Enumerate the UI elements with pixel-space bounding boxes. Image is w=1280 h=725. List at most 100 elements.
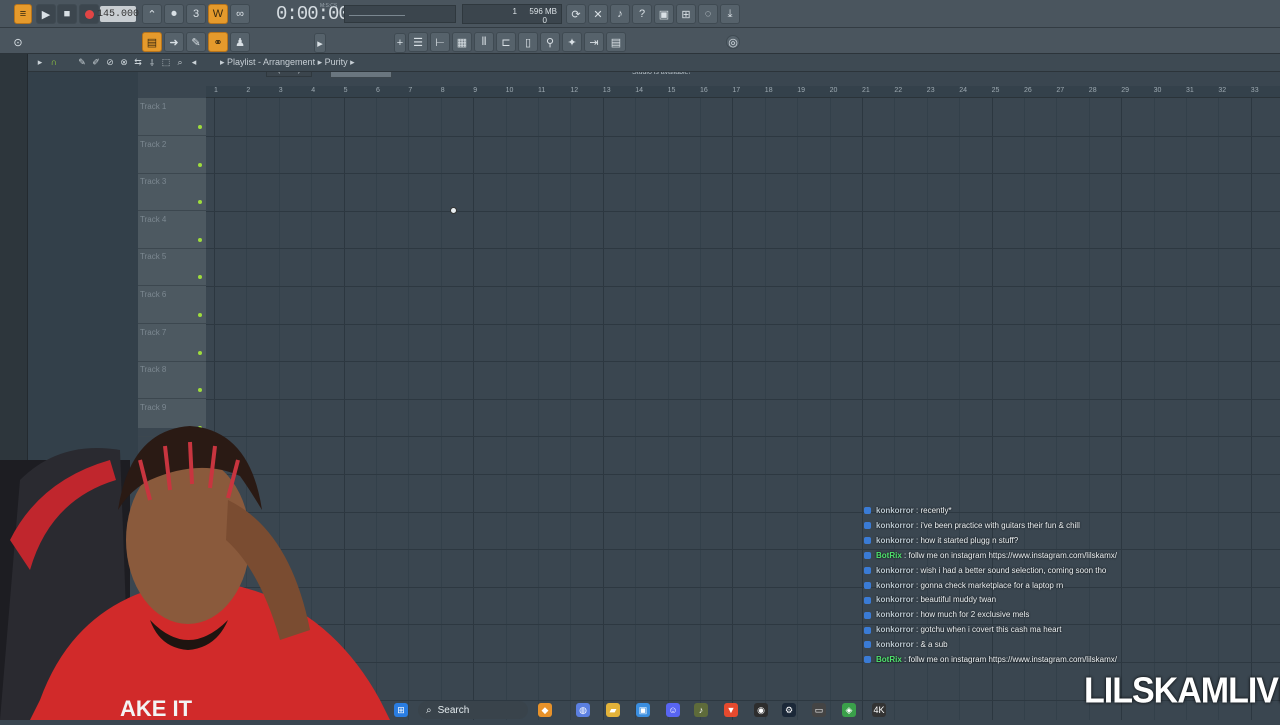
track-enable-led[interactable] <box>198 275 202 280</box>
pencil-icon[interactable]: ✎ <box>186 32 206 52</box>
tempo-display[interactable]: 145.000 <box>97 6 139 22</box>
track-enable-led[interactable] <box>198 200 202 205</box>
master-meter <box>344 5 456 23</box>
arrow-icon[interactable]: ➜ <box>164 32 184 52</box>
track-header[interactable]: Track 5 <box>138 248 206 287</box>
close-icon[interactable]: ✕ <box>588 4 608 24</box>
stamp-icon[interactable]: ♟ <box>230 32 250 52</box>
browser-toolbar: ⊙ ▤ ➜ ✎ ⚭ ♟ (none) ▸ Pattern 1 + ☰ ⊢ ▦ ⫴… <box>0 28 1280 78</box>
track-header[interactable]: Track 4 <box>138 211 206 249</box>
record-button[interactable] <box>79 4 99 24</box>
slice-tool-icon[interactable]: ⸸ <box>146 56 158 68</box>
chat-message: BotRix : follw me on instagram https://w… <box>864 655 1117 667</box>
track-enable-led[interactable] <box>198 313 202 317</box>
globe-icon[interactable]: ◎ <box>726 35 740 49</box>
wait-input-icon[interactable]: ⏺ <box>164 4 184 24</box>
grid-row-line <box>206 398 1280 400</box>
layers-icon[interactable]: ◈ <box>842 703 856 717</box>
main-menu-icon[interactable]: ≡ <box>14 4 32 24</box>
chat-username: konkorror <box>876 640 914 650</box>
add-pattern-icon[interactable]: + <box>394 33 406 53</box>
metronome-icon[interactable]: ⌃ <box>142 4 162 24</box>
help-icon[interactable]: ? <box>632 4 652 24</box>
app-icon[interactable]: ▭ <box>812 703 826 717</box>
track-enable-led[interactable] <box>198 237 202 242</box>
grid-row-line <box>206 361 1280 363</box>
news-icon[interactable]: ▤ <box>606 32 626 52</box>
overdub-icon[interactable]: W <box>208 4 228 24</box>
chat-username: konkorror <box>876 520 914 530</box>
snap-icon[interactable]: ⊙ <box>8 32 28 52</box>
track-enable-led[interactable] <box>198 125 202 129</box>
windows-start-icon[interactable]: ⊞ <box>394 703 408 717</box>
magnet-icon[interactable]: ∩ <box>48 56 60 68</box>
download-icon[interactable]: ⤓ <box>720 4 740 24</box>
prev-pattern-icon[interactable]: ▸ <box>314 33 326 53</box>
plugin-icon[interactable]: ⚲ <box>540 32 560 52</box>
brave-icon[interactable]: ▼ <box>724 703 738 717</box>
svg-text:AKE IT: AKE IT <box>120 696 193 720</box>
zoom-tool-icon[interactable]: ⌕ <box>174 56 186 68</box>
mixer-view-icon[interactable]: ⫴ <box>474 32 494 52</box>
save-icon[interactable]: ▣ <box>654 4 674 24</box>
piano-roll-icon[interactable]: ⊢ <box>430 32 450 52</box>
chat-username: konkorror <box>876 580 914 590</box>
file-explorer-icon[interactable]: ▰ <box>606 703 620 717</box>
grid-column-line <box>829 98 831 720</box>
search-label: Search <box>437 704 470 716</box>
delete-tool-icon[interactable]: ⊘ <box>104 56 116 68</box>
mixer-icon[interactable]: ⊞ <box>676 4 696 24</box>
track-enable-led[interactable] <box>198 350 202 355</box>
timeline-ruler[interactable]: 1 2 3 4 5 6 7 8 9 10 11 12 13 14 15 16 17 18 19 20 21 22 23 24 2… <box>206 86 1280 98</box>
obs-icon[interactable]: ◉ <box>754 703 768 717</box>
cpu-value: 1 <box>512 7 517 16</box>
pattern-mode-icon[interactable]: ▤ <box>142 32 162 52</box>
slip-tool-icon[interactable]: ⇆ <box>132 56 144 68</box>
draw-tool-icon[interactable]: ✎ <box>76 56 88 68</box>
play-arrow-icon[interactable]: ▸ <box>34 56 46 68</box>
refresh-icon[interactable]: ⟳ <box>566 4 586 24</box>
track-header[interactable]: Track 2 <box>138 136 206 174</box>
grid-column-line <box>667 98 669 720</box>
select-tool-icon[interactable]: ⬚ <box>160 56 172 68</box>
loop-record-icon[interactable]: ∞ <box>230 4 250 24</box>
steam-icon[interactable]: ⚙ <box>782 703 796 717</box>
track-header[interactable]: Track 7 <box>138 324 206 362</box>
track-label: Track 9 <box>140 402 167 412</box>
track-header[interactable]: Track 8 <box>138 361 206 400</box>
countdown-icon[interactable]: 3 <box>186 4 206 24</box>
channel-rack-icon[interactable]: ▦ <box>452 32 472 52</box>
paint-tool-icon[interactable]: ✐ <box>90 56 102 68</box>
fl-studio-icon[interactable]: ♪ <box>694 703 708 717</box>
track-header[interactable]: Track 3 <box>138 173 206 212</box>
project-icon[interactable]: ▯ <box>518 32 538 52</box>
stop-button[interactable]: ■ <box>57 4 77 24</box>
link-icon[interactable]: ⚭ <box>208 32 228 52</box>
playlist-icon[interactable]: ☰ <box>408 32 428 52</box>
track-enable-led[interactable] <box>198 388 202 393</box>
store-icon[interactable]: ▣ <box>636 703 650 717</box>
export-icon[interactable]: ⇥ <box>584 32 604 52</box>
mute-tool-icon[interactable]: ⊗ <box>118 56 130 68</box>
track-header[interactable]: Track 1 <box>138 98 206 136</box>
chat-icon[interactable]: ◌ <box>698 4 718 24</box>
4k-icon[interactable]: 4K <box>872 703 886 717</box>
track-enable-led[interactable] <box>198 162 202 167</box>
breadcrumb-window[interactable]: Playlist - Arrangement <box>227 57 315 67</box>
track-header[interactable]: Track 6 <box>138 286 206 324</box>
ruler-tick: 18 <box>764 87 773 94</box>
copilot-icon[interactable]: ◍ <box>576 703 590 717</box>
discord-icon[interactable]: ☺ <box>666 703 680 717</box>
taskbar-search[interactable]: ⌕ Search <box>418 701 528 719</box>
microphone-icon[interactable]: ♪ <box>610 4 630 24</box>
ruler-tick: 21 <box>862 87 870 94</box>
ruler-tick: 33 <box>1250 87 1259 94</box>
breadcrumb-project[interactable]: Purity <box>325 57 348 67</box>
play-button[interactable]: ▶ <box>36 4 56 24</box>
game-icon[interactable]: ◆ <box>538 703 552 717</box>
browser-icon[interactable]: ⊏ <box>496 32 516 52</box>
ruler-tick: 24 <box>959 87 967 94</box>
chat-badge-icon <box>864 522 871 530</box>
playback-tool-icon[interactable]: ◂ <box>188 56 200 68</box>
tool-icon[interactable]: ✦ <box>562 32 582 52</box>
